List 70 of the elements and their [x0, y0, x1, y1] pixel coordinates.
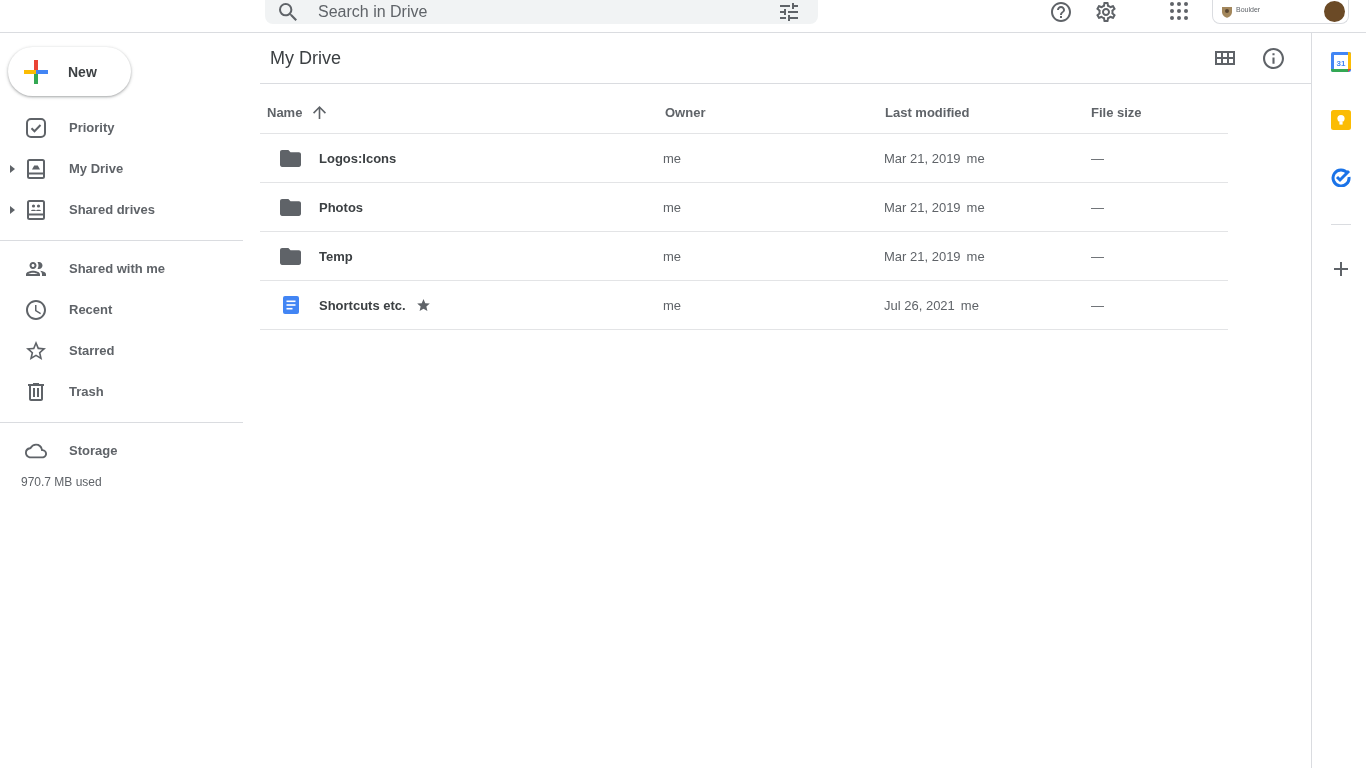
- file-size-text: —: [1091, 150, 1104, 166]
- owner-text: me: [663, 150, 682, 166]
- calendar-day-number: 31: [1336, 58, 1346, 68]
- modified-by-text: me: [966, 150, 985, 166]
- file-name: Shortcuts etc.: [319, 297, 406, 313]
- settings-icon[interactable]: [1096, 2, 1116, 22]
- search-icon[interactable]: [279, 3, 297, 21]
- storage-usage-text: 970.7 MB used: [21, 475, 103, 489]
- owner-text: me: [663, 199, 682, 215]
- column-header[interactable]: Last modified: [884, 105, 970, 120]
- apps-grid-icon[interactable]: [1170, 2, 1188, 20]
- checked-square-icon: [26, 117, 46, 138]
- new-button[interactable]: New: [8, 47, 131, 96]
- file-row[interactable]: Photos me Mar 21, 2019 me —: [260, 183, 1228, 232]
- people-icon: [26, 261, 46, 276]
- column-header[interactable]: Owner: [663, 105, 706, 120]
- help-icon[interactable]: [1051, 2, 1071, 22]
- nav-item[interactable]: Shared drives: [24, 189, 243, 230]
- info-icon[interactable]: [1263, 47, 1284, 69]
- modified-date: Mar 21, 2019: [884, 248, 961, 264]
- check-circle-icon[interactable]: [1331, 167, 1351, 187]
- cloud-icon: [25, 442, 47, 459]
- nav-item[interactable]: Priority: [24, 107, 243, 148]
- plus-icon: [24, 59, 48, 84]
- modified-by-text: me: [966, 248, 985, 264]
- nav-item[interactable]: Storage: [24, 430, 243, 471]
- column-header[interactable]: Name: [260, 105, 327, 120]
- nav-item[interactable]: Shared with me: [24, 248, 243, 289]
- emblem-icon: [1221, 5, 1233, 18]
- expand-arrow-icon[interactable]: [9, 164, 15, 173]
- modified-date: Mar 21, 2019: [884, 150, 961, 166]
- folder-icon: [280, 149, 301, 167]
- avatar-placeholder[interactable]: [1324, 1, 1345, 22]
- owner-text: me: [663, 297, 682, 313]
- grid-view-icon[interactable]: [1215, 51, 1235, 65]
- folder-icon: [280, 198, 301, 216]
- shared-drive-icon: [27, 199, 45, 220]
- column-header[interactable]: File size: [1091, 105, 1142, 120]
- tune-icon[interactable]: [780, 3, 798, 21]
- nav-item[interactable]: Trash: [24, 371, 243, 412]
- file-name: Temp: [319, 248, 353, 264]
- file-size-text: —: [1091, 297, 1104, 313]
- modified-by-text: me: [966, 199, 985, 215]
- sort-arrow-icon[interactable]: [313, 106, 327, 119]
- modified-date: Mar 21, 2019: [884, 199, 961, 215]
- modified-date: Jul 26, 2021: [884, 297, 955, 313]
- add-icon[interactable]: [1334, 262, 1348, 276]
- file-name: Photos: [319, 199, 364, 215]
- file-name: Logos:Icons: [319, 150, 397, 166]
- star-outline-icon: [26, 341, 46, 360]
- modified-by-text: me: [960, 297, 979, 313]
- nav-item[interactable]: Starred: [24, 330, 243, 371]
- file-row[interactable]: Temp me Mar 21, 2019 me —: [260, 232, 1228, 281]
- page-title[interactable]: My Drive: [270, 47, 341, 69]
- calendar-icon[interactable]: 31: [1331, 52, 1351, 72]
- lightbulb-tile-icon[interactable]: [1331, 110, 1351, 130]
- search-field[interactable]: Search in Drive: [265, 0, 818, 24]
- file-row[interactable]: Shortcuts etc. me Jul 26, 2021 me —: [260, 281, 1228, 330]
- nav-item[interactable]: Recent: [24, 289, 243, 330]
- drive-icon: [27, 158, 45, 179]
- owner-text: me: [663, 248, 682, 264]
- nav-item[interactable]: My Drive: [24, 148, 243, 189]
- trash-icon: [28, 382, 44, 401]
- document-icon: [282, 296, 299, 314]
- file-row[interactable]: Logos:Icons me Mar 21, 2019 me —: [260, 134, 1228, 183]
- file-size-text: —: [1091, 199, 1104, 215]
- expand-arrow-icon[interactable]: [9, 205, 15, 214]
- clock-icon: [26, 299, 46, 320]
- file-size-text: —: [1091, 248, 1104, 264]
- folder-icon: [280, 247, 301, 265]
